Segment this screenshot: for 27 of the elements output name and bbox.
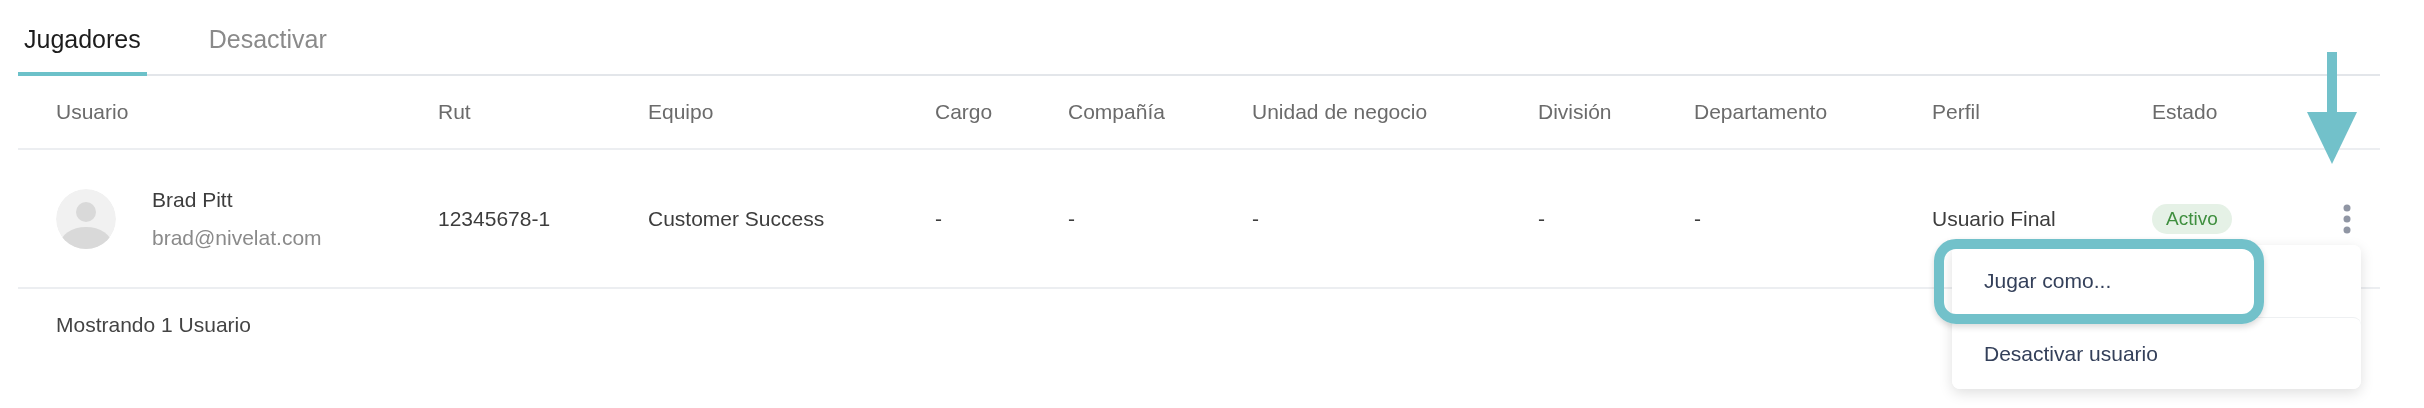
column-header: Rut xyxy=(438,100,472,124)
table-cell-text: 12345678-1 xyxy=(438,206,552,231)
user-name: Brad Pitt xyxy=(152,187,234,212)
column-header: División xyxy=(1538,100,1613,124)
column-header: Unidad de negocio xyxy=(1252,100,1429,124)
column-header: Estado xyxy=(2152,100,2219,124)
column-header: Cargo xyxy=(935,100,994,124)
column-header: Usuario xyxy=(56,100,130,124)
table-cell-text: - xyxy=(1252,206,1260,231)
user-email: brad@nivelat.com xyxy=(152,225,322,250)
column-header: Equipo xyxy=(648,100,715,124)
table-cell-text: - xyxy=(1694,206,1702,231)
column-header: Departamento xyxy=(1694,100,1829,124)
down-arrow-icon xyxy=(2306,52,2358,164)
table-cell-text: Customer Success xyxy=(648,206,826,231)
column-header: Perfil xyxy=(1932,100,1981,124)
table-cell-text: - xyxy=(1068,206,1076,231)
status-badge: Activo xyxy=(2152,203,2232,234)
column-header: Compañía xyxy=(1068,100,1166,124)
result-count: Mostrando 1 Usuario xyxy=(56,313,251,337)
tab[interactable]: Jugadores xyxy=(18,25,147,76)
avatar-icon xyxy=(56,188,116,249)
menu-item[interactable]: Desactivar usuario xyxy=(1952,317,2361,389)
vertical-dots-icon xyxy=(2342,203,2352,234)
table-cell-text: - xyxy=(1538,206,1546,231)
table-cell-text: Usuario Final xyxy=(1932,206,2057,231)
table-cell-text: - xyxy=(935,206,943,231)
